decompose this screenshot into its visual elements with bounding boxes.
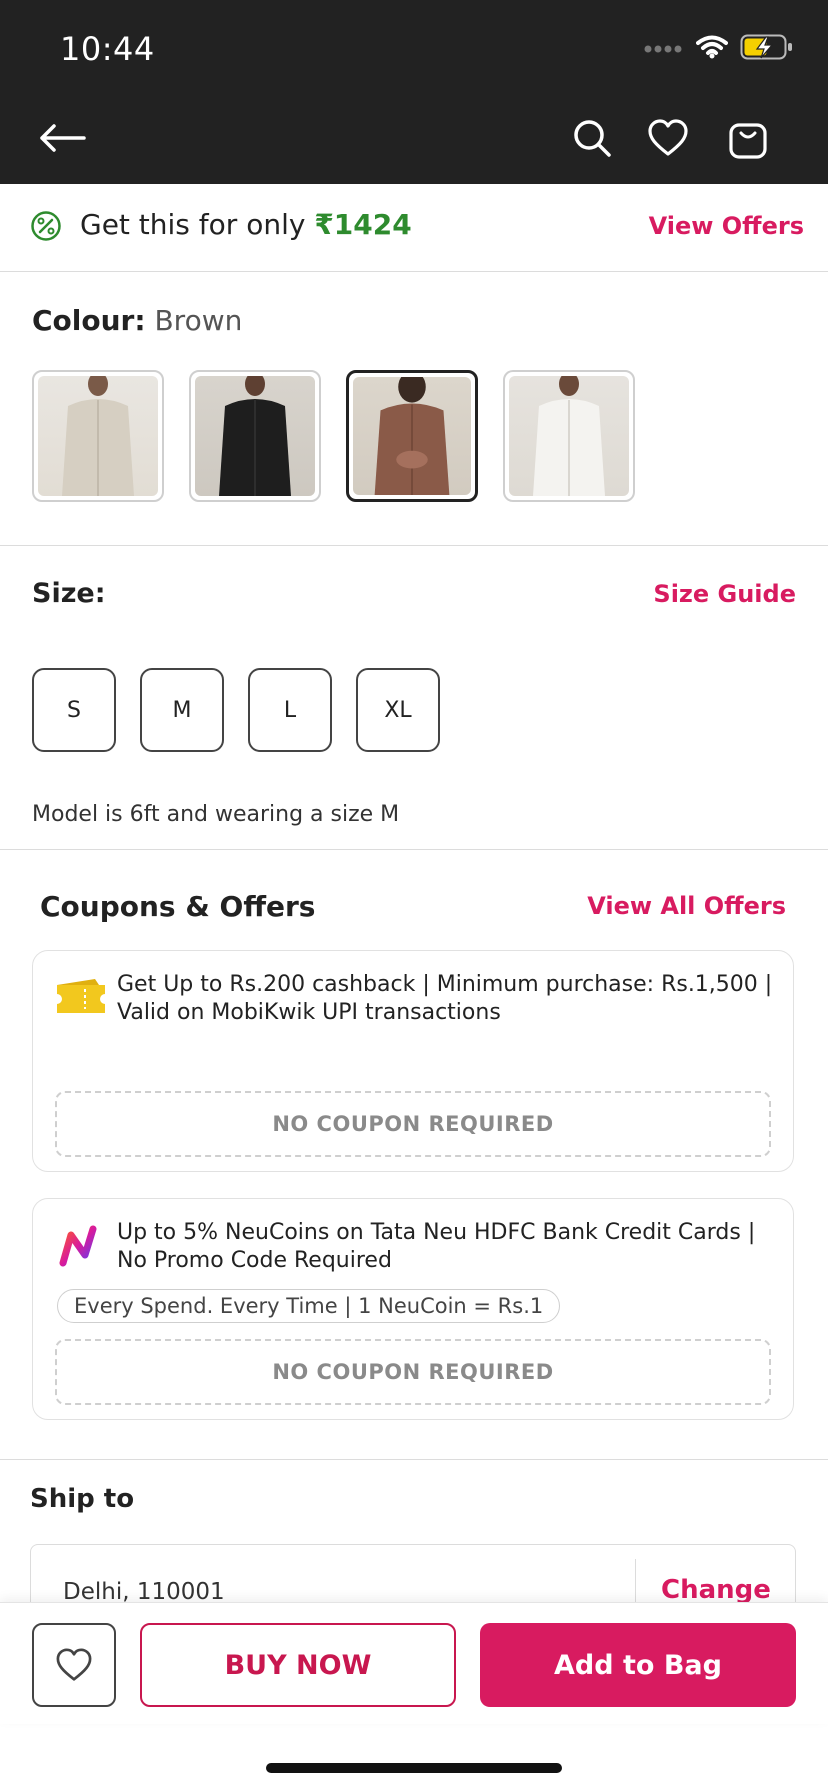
size-option-m[interactable]: M [140, 668, 224, 752]
divider [635, 1559, 636, 1602]
shopping-bag-icon [729, 123, 767, 159]
app-header [0, 92, 828, 184]
product-thumbnail [353, 377, 471, 495]
size-section: Size: Size Guide S M L XL Model is 6ft a… [0, 546, 828, 850]
ship-to-section: Ship to Delhi, 110001 Change [0, 1460, 828, 1602]
back-button[interactable] [38, 114, 86, 162]
size-option-xl[interactable]: XL [356, 668, 440, 752]
coupons-title: Coupons & Offers [40, 890, 316, 923]
status-icons [644, 34, 794, 60]
offer-prefix: Get this for only [80, 208, 315, 241]
model-size-note: Model is 6ft and wearing a size M [32, 802, 400, 827]
battery-charging-icon [740, 34, 792, 60]
wishlist-button[interactable] [32, 1623, 116, 1707]
ship-address: Delhi, 110001 [63, 1579, 225, 1602]
no-coupon-required-box: NO COUPON REQUIRED [55, 1339, 771, 1405]
coupon-description: Up to 5% NeuCoins on Tata Neu HDFC Bank … [117, 1220, 756, 1273]
colour-swatch-brown-selected[interactable] [346, 370, 478, 502]
signal-icon [644, 45, 682, 53]
ticket-icon [57, 979, 105, 1013]
colour-swatch-white[interactable] [503, 370, 635, 502]
heart-icon [56, 1648, 92, 1681]
ship-address-box: Delhi, 110001 Change [30, 1544, 796, 1602]
discount-icon [31, 211, 61, 241]
colour-label: Colour: Brown [32, 304, 242, 337]
wishlist-button[interactable] [644, 114, 692, 162]
offer-price-text: Get this for only ₹1424 [80, 208, 412, 241]
back-arrow-icon [40, 124, 86, 152]
coupon-tagline-pill: Every Spend. Every Time | 1 NeuCoin = Rs… [57, 1289, 561, 1323]
home-indicator [266, 1763, 562, 1773]
size-option-l[interactable]: L [248, 668, 332, 752]
colour-section: Colour: Brown [0, 272, 828, 546]
search-icon [574, 120, 611, 157]
coupon-card[interactable]: Up to 5% NeuCoins on Tata Neu HDFC Bank … [32, 1198, 794, 1420]
change-address-link[interactable]: Change [661, 1575, 771, 1602]
size-option-s[interactable]: S [32, 668, 116, 752]
colour-swatches [32, 370, 635, 502]
colour-label-key: Colour: [32, 304, 146, 337]
wifi-icon [696, 35, 728, 59]
size-guide-link[interactable]: Size Guide [653, 580, 796, 608]
offer-price: ₹1424 [314, 208, 412, 241]
size-options: S M L XL [32, 668, 440, 752]
colour-swatch-offwhite[interactable] [32, 370, 164, 502]
coupons-section: Coupons & Offers View All Offers Get Up … [0, 850, 828, 1460]
add-to-bag-button[interactable]: Add to Bag [480, 1623, 796, 1707]
colour-swatch-black[interactable] [189, 370, 321, 502]
status-time: 10:44 [60, 30, 155, 68]
offer-strip: Get this for only ₹1424 View Offers [0, 184, 828, 272]
coupon-card[interactable]: Get Up to Rs.200 cashback | Minimum purc… [32, 950, 794, 1172]
coupon-description: Get Up to Rs.200 cashback | Minimum purc… [117, 972, 773, 1025]
status-bar: 10:44 [0, 0, 828, 92]
product-thumbnail [195, 376, 315, 496]
search-button[interactable] [568, 114, 616, 162]
colour-value: Brown [154, 304, 243, 337]
view-offers-link[interactable]: View Offers [649, 212, 804, 240]
product-thumbnail [509, 376, 629, 496]
buy-now-button[interactable]: BUY NOW [140, 1623, 456, 1707]
ship-to-title: Ship to [30, 1484, 135, 1514]
product-thumbnail [38, 376, 158, 496]
bottom-action-bar: BUY NOW Add to Bag [0, 1602, 828, 1724]
heart-icon [648, 119, 688, 156]
neu-logo-icon [59, 1225, 97, 1267]
size-label: Size: [32, 578, 106, 609]
bag-button[interactable] [724, 114, 772, 162]
no-coupon-required-box: NO COUPON REQUIRED [55, 1091, 771, 1157]
view-all-offers-link[interactable]: View All Offers [587, 892, 786, 920]
